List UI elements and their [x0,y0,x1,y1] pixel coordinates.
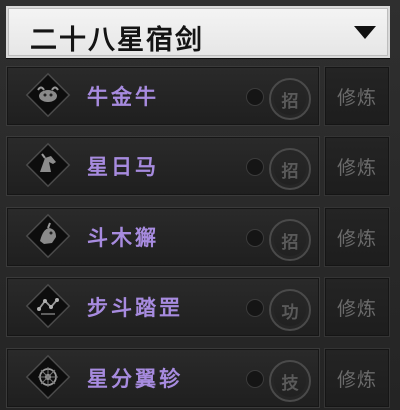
lock-icon [246,370,264,388]
skill-row-main[interactable]: 牛金牛 招 [6,66,320,126]
skill-row-main[interactable]: 步斗踏罡 功 [6,277,320,337]
bull-emblem-icon [25,72,71,118]
practice-button[interactable]: 修炼 [324,66,390,126]
skill-row-main[interactable]: 星分翼轸 技 [6,348,320,408]
skill-type-badge: 招 [269,78,311,120]
skill-row-main[interactable]: 星日马 招 [6,136,320,196]
lock-icon [246,299,264,317]
skill-type-badge: 招 [269,219,311,261]
skill-name: 步斗踏罡 [87,296,183,320]
skill-row[interactable]: 斗木獬 招 修炼 [6,207,390,267]
skill-type-badge: 招 [269,148,311,190]
skill-row[interactable]: 步斗踏罡 功 修炼 [6,277,390,337]
practice-button[interactable]: 修炼 [324,136,390,196]
skill-name: 斗木獬 [87,226,159,250]
lock-icon [246,229,264,247]
skill-name: 星日马 [87,155,159,179]
constellation-emblem-icon [25,283,71,329]
technique-title: 二十八星宿剑 [30,25,204,56]
skill-name: 星分翼轸 [87,367,183,391]
skill-type-badge: 技 [269,360,311,402]
skill-row[interactable]: 牛金牛 招 修炼 [6,66,390,126]
beast-emblem-icon [25,213,71,259]
lock-icon [246,88,264,106]
skill-row[interactable]: 星分翼轸 技 修炼 [6,348,390,408]
technique-selector[interactable]: 二十八星宿剑 [6,6,390,58]
skill-row[interactable]: 星日马 招 修炼 [6,136,390,196]
triangle-down-icon[interactable] [352,19,378,45]
star-wheel-emblem-icon [25,354,71,400]
practice-button[interactable]: 修炼 [324,348,390,408]
horse-emblem-icon [25,142,71,188]
practice-button[interactable]: 修炼 [324,207,390,267]
skill-type-badge: 功 [269,289,311,331]
practice-button[interactable]: 修炼 [324,277,390,337]
skill-row-main[interactable]: 斗木獬 招 [6,207,320,267]
skill-name: 牛金牛 [87,85,159,109]
lock-icon [246,158,264,176]
